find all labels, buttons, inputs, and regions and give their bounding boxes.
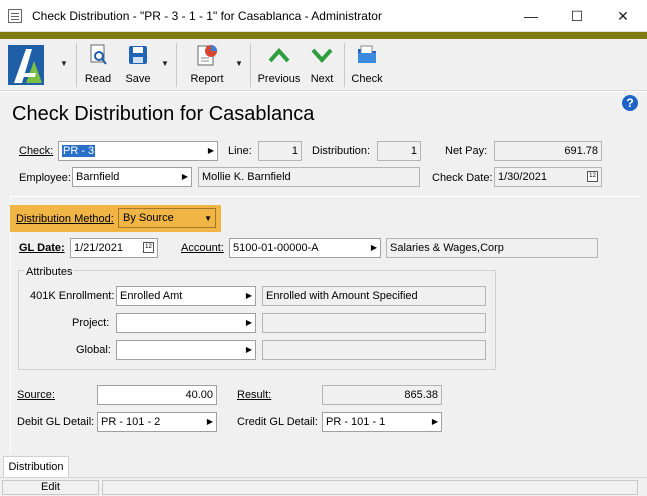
read-icon [90, 44, 107, 65]
dropdown-arrow-icon: ▼ [204, 214, 212, 223]
check-button[interactable]: Check [348, 39, 386, 91]
chevron-right-icon[interactable]: ▶ [432, 413, 438, 431]
attribute-label-401k: 401K Enrollment: [30, 290, 115, 302]
logo-dropdown-icon[interactable]: ▼ [60, 59, 68, 68]
result-field: 865.38 [322, 385, 442, 405]
tab-distribution[interactable]: Distribution [3, 456, 69, 477]
toolbar-separator [76, 43, 77, 87]
report-icon [197, 45, 217, 66]
source-label: Source: [17, 389, 55, 401]
credit-gl-field[interactable]: PR - 101 - 1 ▶ [322, 412, 442, 432]
chevron-down-icon [311, 48, 333, 63]
maximize-button[interactable]: ☐ [554, 0, 600, 32]
account-description-field: Salaries & Wages,Corp [386, 238, 598, 258]
net-pay-label: Net Pay: [445, 145, 488, 157]
gl-date-field[interactable]: 1/21/2021 12 [70, 238, 158, 258]
read-button[interactable]: Read [80, 39, 116, 91]
check-label: Check: [19, 145, 54, 157]
page-title: Check Distribution for Casablanca [12, 103, 315, 125]
save-button[interactable]: Save [120, 39, 156, 91]
chevron-right-icon[interactable]: ▶ [371, 239, 377, 257]
chevron-right-icon[interactable]: ▶ [207, 413, 213, 431]
save-dropdown-icon[interactable]: ▼ [161, 59, 169, 68]
attribute-global-description [262, 340, 486, 360]
toolbar-separator [250, 43, 251, 87]
chevron-right-icon[interactable]: ▶ [182, 168, 188, 186]
debit-gl-field[interactable]: PR - 101 - 2 ▶ [97, 412, 217, 432]
app-logo-icon[interactable] [6, 43, 52, 87]
account-field[interactable]: 5100-01-00000-A ▶ [229, 238, 381, 258]
help-icon[interactable]: ? [622, 95, 638, 111]
credit-gl-label: Credit GL Detail: [237, 416, 318, 428]
check-date-label: Check Date: [432, 172, 493, 184]
check-date-field: 1/30/2021 12 [494, 167, 602, 187]
toolbar-separator [344, 43, 345, 87]
distribution-label: Distribution: [312, 145, 371, 157]
line-label: Line: [228, 145, 252, 157]
minimize-button[interactable]: — [508, 0, 554, 32]
line-field: 1 [258, 141, 302, 161]
attribute-project-field[interactable]: ▶ [116, 313, 256, 333]
toolbar-separator [176, 43, 177, 87]
next-label: Next [310, 73, 334, 85]
check-field[interactable]: PR - 3 ▶ [58, 141, 218, 161]
employee-label: Employee: [19, 172, 71, 184]
close-button[interactable]: ✕ [600, 0, 646, 32]
net-pay-field: 691.78 [494, 141, 602, 161]
previous-label: Previous [257, 73, 301, 85]
result-label: Result: [237, 389, 272, 401]
app-window-icon [8, 9, 22, 23]
save-label: Save [125, 73, 151, 85]
attribute-401k-field[interactable]: Enrolled Amt ▶ [116, 286, 256, 306]
chevron-right-icon[interactable]: ▶ [246, 287, 252, 305]
attribute-label-global: Global: [76, 344, 111, 356]
accent-bar [0, 32, 647, 39]
read-label: Read [84, 73, 112, 85]
attribute-project-description [262, 313, 486, 333]
source-field[interactable]: 40.00 [97, 385, 217, 405]
chevron-right-icon[interactable]: ▶ [208, 142, 214, 160]
attribute-global-field[interactable]: ▶ [116, 340, 256, 360]
attribute-401k-description: Enrolled with Amount Specified [262, 286, 486, 306]
employee-field[interactable]: Barnfield ▶ [72, 167, 192, 187]
account-label: Account: [181, 242, 224, 254]
check-folder-icon [358, 45, 376, 63]
distribution-field: 1 [377, 141, 421, 161]
report-button[interactable]: Report [184, 39, 230, 91]
next-button[interactable]: Next [304, 39, 340, 91]
save-icon [129, 46, 147, 64]
debit-gl-label: Debit GL Detail: [17, 416, 95, 428]
attributes-legend: Attributes [24, 266, 75, 278]
chevron-up-icon [268, 48, 290, 63]
window-title: Check Distribution - "PR - 3 - 1 - 1" fo… [32, 9, 382, 23]
chevron-right-icon[interactable]: ▶ [246, 314, 252, 332]
attribute-label-project: Project: [72, 317, 110, 329]
distribution-method-label: Distribution Method: [16, 213, 114, 225]
report-dropdown-icon[interactable]: ▼ [235, 59, 243, 68]
employee-name-field: Mollie K. Barnfield [198, 167, 420, 187]
toolbar: ▼ Read Save ▼ Report ▼ Previous Next Che… [0, 39, 647, 91]
status-message [102, 480, 638, 495]
status-bar: Edit [0, 477, 647, 496]
calendar-icon[interactable]: 12 [143, 242, 154, 253]
calendar-icon[interactable]: 12 [587, 171, 598, 182]
previous-button[interactable]: Previous [256, 39, 302, 91]
title-bar: Check Distribution - "PR - 3 - 1 - 1" fo… [0, 0, 647, 32]
report-label: Report [190, 73, 224, 85]
chevron-right-icon[interactable]: ▶ [246, 341, 252, 359]
distribution-method-select[interactable]: By Source ▼ [118, 208, 216, 228]
gl-date-label: GL Date: [19, 242, 65, 254]
status-mode: Edit [2, 480, 99, 495]
check-label: Check [351, 73, 383, 85]
